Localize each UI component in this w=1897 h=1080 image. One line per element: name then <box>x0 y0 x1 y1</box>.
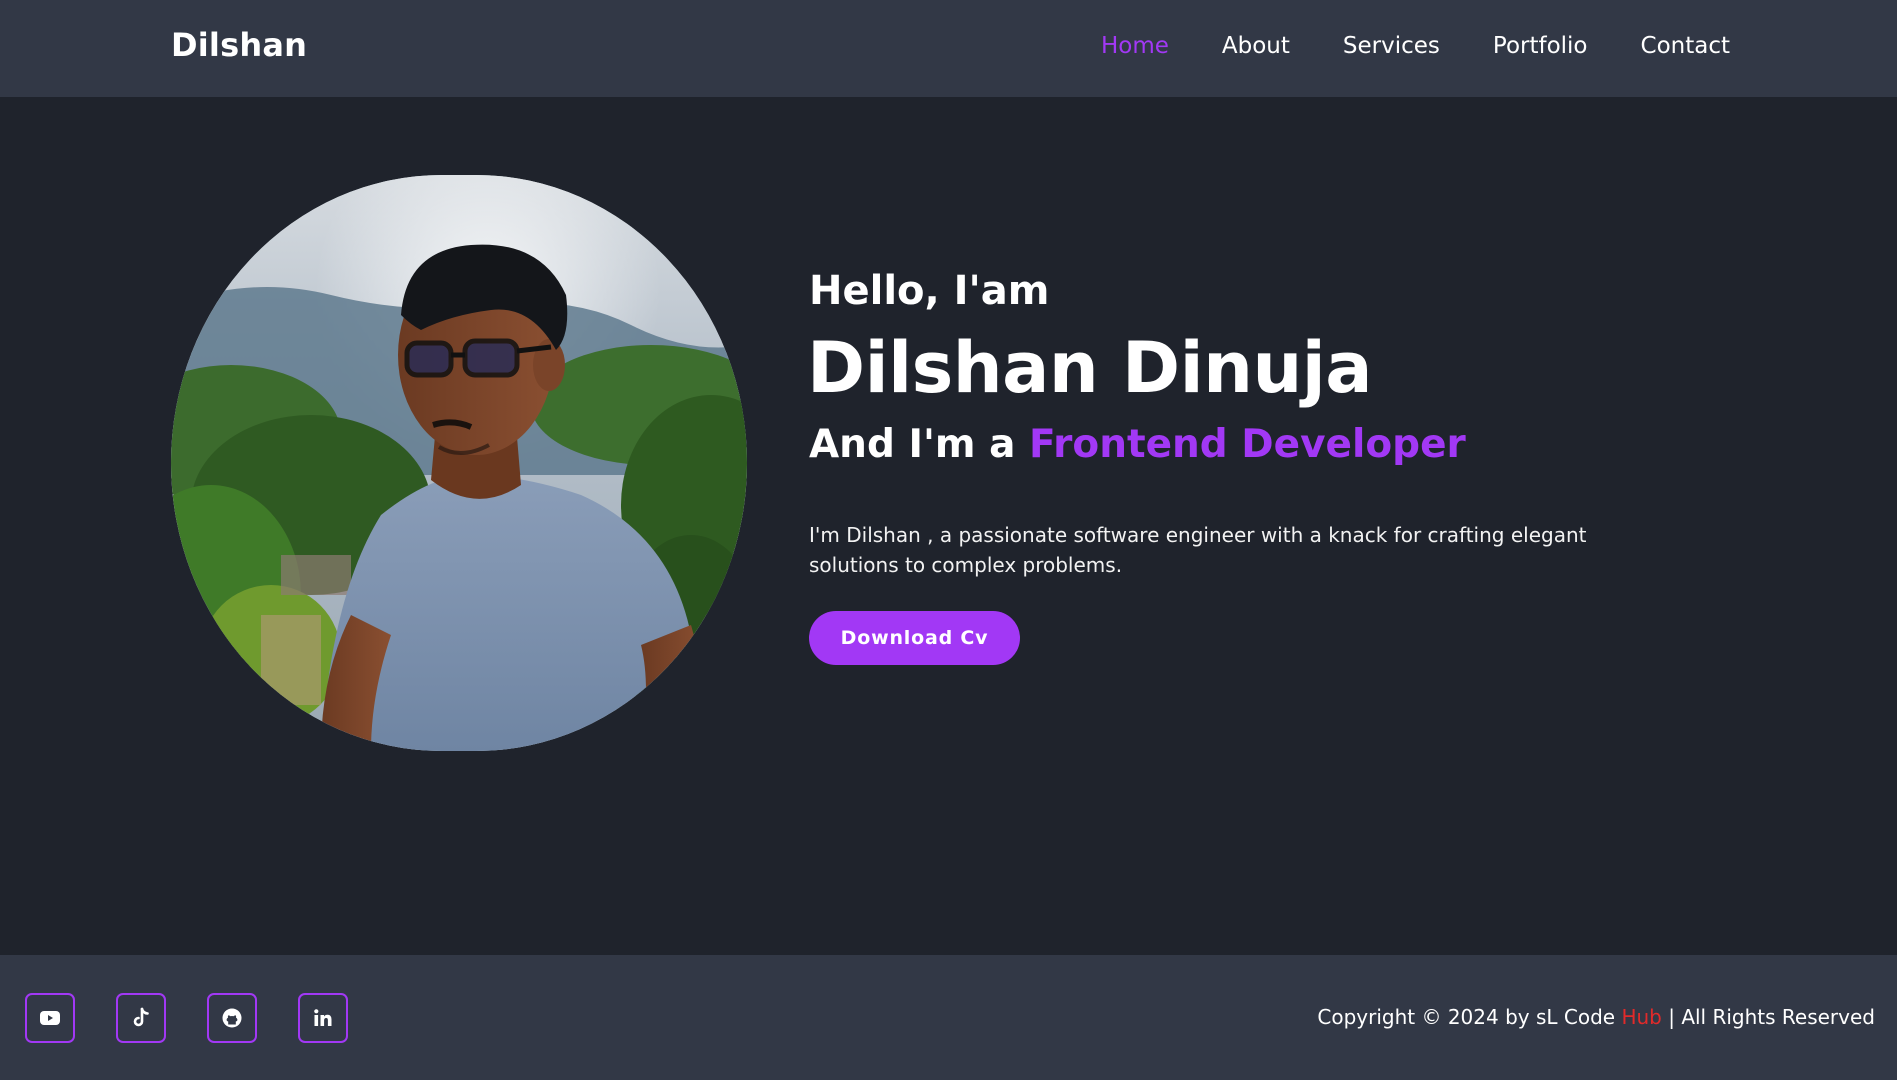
github-link[interactable] <box>207 993 257 1043</box>
profile-photo <box>171 175 747 751</box>
linkedin-link[interactable] <box>298 993 348 1043</box>
youtube-icon <box>40 1011 60 1025</box>
github-icon <box>222 1008 242 1028</box>
nav-services[interactable]: Services <box>1343 33 1440 59</box>
social-links <box>25 993 348 1043</box>
nav-about[interactable]: About <box>1222 33 1290 59</box>
brand-logo[interactable]: Dilshan <box>171 26 307 64</box>
hero-name: Dilshan Dinuja <box>807 327 1373 409</box>
main-nav: Home About Services Portfolio Contact <box>1101 33 1730 59</box>
hero-description: I'm Dilshan , a passionate software engi… <box>809 523 1587 577</box>
copyright-hub: Hub <box>1621 1005 1662 1029</box>
hero-role: And I'm a Frontend Developer <box>809 422 1466 467</box>
download-cv-button[interactable]: Download Cv <box>809 611 1020 665</box>
role-prefix: And I'm a <box>809 422 1030 467</box>
tiktok-icon <box>133 1007 149 1027</box>
site-footer: Copyright © 2024 by sL Code Hub | All Ri… <box>0 955 1897 1080</box>
hero-greeting: Hello, I'am <box>809 268 1050 314</box>
copyright-prefix: Copyright © 2024 by sL Code <box>1317 1005 1622 1029</box>
nav-portfolio[interactable]: Portfolio <box>1493 33 1588 59</box>
role-highlight: Frontend Developer <box>1029 422 1466 467</box>
copyright-suffix: | All Rights Reserved <box>1661 1005 1875 1029</box>
nav-contact[interactable]: Contact <box>1641 33 1730 59</box>
linkedin-icon <box>314 1009 332 1026</box>
copyright-text: Copyright © 2024 by sL Code Hub | All Ri… <box>1317 1005 1875 1029</box>
site-header: Dilshan Home About Services Portfolio Co… <box>0 0 1897 97</box>
youtube-link[interactable] <box>25 993 75 1043</box>
tiktok-link[interactable] <box>116 993 166 1043</box>
nav-home[interactable]: Home <box>1101 33 1169 59</box>
